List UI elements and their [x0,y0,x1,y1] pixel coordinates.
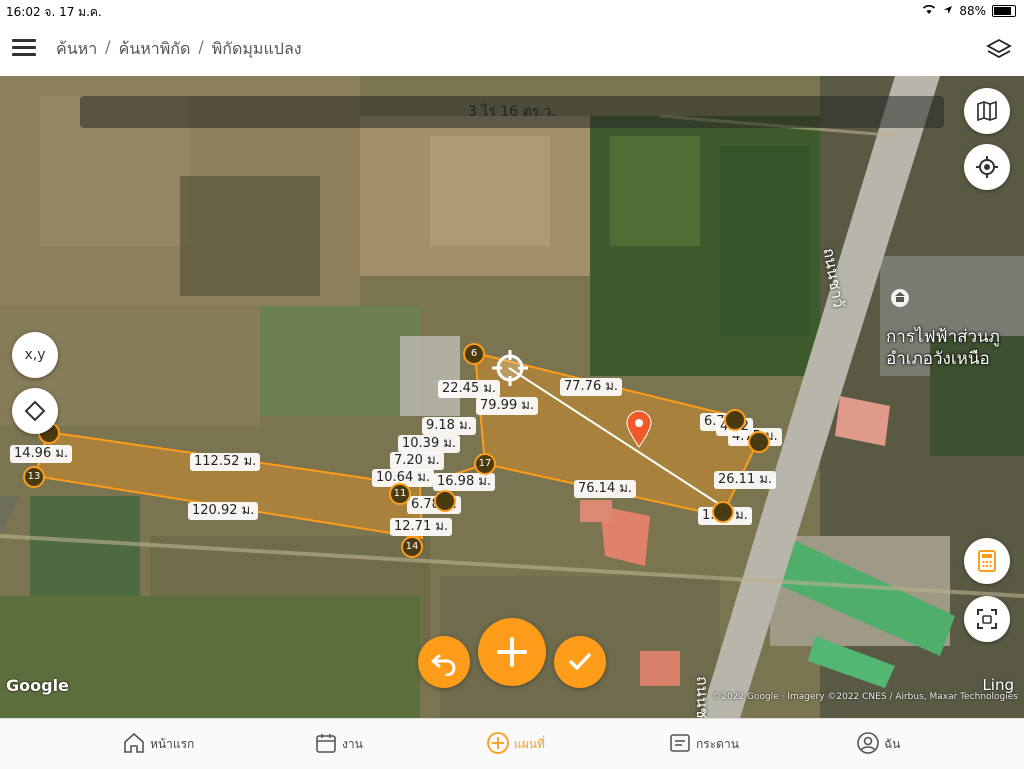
wifi-icon [921,3,937,18]
vertex-marker[interactable]: 11 [389,483,411,505]
breadcrumb-separator: / [105,37,111,56]
measurement-label: 79.99 ม. [476,397,539,415]
crosshair-icon[interactable] [964,144,1010,190]
location-pin-icon[interactable] [626,410,652,452]
measurement-label: 26.11 ม. [714,471,777,489]
crosshair-target-icon[interactable] [492,350,528,390]
vertex-marker[interactable] [434,490,456,512]
measurement-label: 112.52 ม. [190,453,261,471]
map-attribution[interactable]: ©2022 Google · Imagery ©2022 CNES / Airb… [712,692,1018,702]
tab-label: แผนที่ [514,736,545,751]
status-bar: 16:02 จ. 17 ม.ค. 88% [0,0,1024,22]
area-summary: 3 ไร่ 16 ตร.ว. [80,96,944,128]
diamond-icon[interactable] [12,388,58,434]
user-icon [856,731,880,758]
breadcrumb: ค้นหา / ค้นหาพิกัด / พิกัดมุมแปลง [56,37,302,62]
measurement-label: 14.96 ม. [10,445,73,463]
breadcrumb-separator: / [198,37,204,56]
status-time: 16:02 จ. 17 ม.ค. [6,5,102,19]
landmark-icon [890,288,910,312]
tab-map[interactable]: แผนที่ [486,719,545,769]
tab-me[interactable]: ฉัน [856,719,900,769]
vertex-marker[interactable]: 13 [23,466,45,488]
measurement-label: 7.20 ม. [390,452,444,470]
breadcrumb-plot-corners: พิกัดมุมแปลง [211,39,302,58]
measurement-label: 10.39 ม. [398,435,461,453]
tab-jobs[interactable]: งาน [314,719,363,769]
calendar-icon [314,731,338,758]
xy-coordinate-button[interactable]: x,y [12,332,58,378]
top-header: ค้นหา / ค้นหาพิกัด / พิกัดมุมแปลง [0,22,1024,76]
location-arrow-icon [943,4,953,18]
measurement-label: 76.14 ม. [574,480,637,498]
vertex-marker[interactable] [748,431,770,453]
undo-icon[interactable] [418,636,470,688]
measurement-label: 12.71 ม. [390,518,453,536]
measurement-label: 77.76 ม. [560,378,623,396]
tab-label: ฉัน [884,736,901,751]
satellite-map[interactable]: 3 ไร่ 16 ตร.ว. ถนนชาวั ถนนชา การไฟฟ้าส่ว… [0,76,1024,718]
tab-board[interactable]: กระดาน [668,719,739,769]
map-icon[interactable] [964,88,1010,134]
calculator-icon[interactable] [964,538,1010,584]
road-label-bottom: ถนนชา [693,676,712,718]
tab-label: หน้าแรก [150,736,195,751]
vertex-marker[interactable]: 17 [474,453,496,475]
tab-label: กระดาน [696,736,739,751]
bottom-tab-bar: หน้าแรก งาน แผนที่ กระดาน ฉัน [0,718,1024,769]
poi-label: การไฟฟ้าส่วนภู อำเภอวังเหนือ [886,327,1000,369]
measurement-label: 22.45 ม. [438,380,501,398]
plus-icon[interactable] [478,618,546,686]
home-icon [122,731,146,758]
hamburger-icon[interactable] [12,39,36,59]
vertex-marker[interactable]: 14 [401,536,423,558]
vertex-marker[interactable] [712,501,734,523]
google-logo: Google [6,676,69,695]
scan-icon[interactable] [964,596,1010,642]
vertex-marker[interactable]: 6 [463,343,485,365]
measurement-label: 9.18 ม. [422,417,476,435]
battery-icon [992,4,1016,17]
battery-percent: 88% [959,3,986,18]
board-icon [668,731,692,758]
breadcrumb-coordinate-search[interactable]: ค้นหาพิกัด [119,37,191,62]
vertex-marker[interactable] [724,409,746,431]
layers-icon[interactable] [986,37,1012,61]
tab-home[interactable]: หน้าแรก [122,719,194,769]
check-icon[interactable] [554,636,606,688]
breadcrumb-search[interactable]: ค้นหา [56,37,97,62]
tab-label: งาน [342,736,363,751]
map-plus-icon [486,731,510,758]
measurement-label: 16.98 ม. [433,473,496,491]
measurement-label: 120.92 ม. [188,502,259,520]
